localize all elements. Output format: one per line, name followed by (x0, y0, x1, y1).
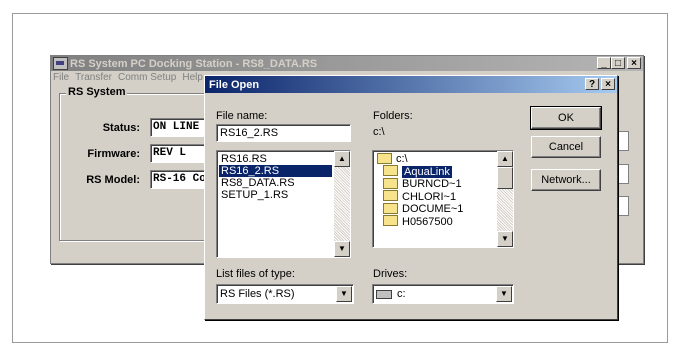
file-name-input[interactable]: RS16_2.RS (216, 124, 351, 142)
file-type-select[interactable]: RS Files (*.RS) ▼ (216, 284, 354, 304)
menu-transfer[interactable]: Transfer (75, 72, 112, 86)
folder-item-selected[interactable]: AquaLink (375, 165, 495, 179)
file-list[interactable]: RS16.RS RS16_2.RS RS8_DATA.RS SETUP_1.RS… (216, 150, 351, 258)
folder-item[interactable]: DOCUME~1 (375, 202, 495, 216)
right-field-3 (617, 196, 629, 216)
scroll-up-arrow-icon[interactable]: ▲ (497, 151, 513, 167)
folder-icon (383, 215, 398, 227)
dropdown-arrow-icon[interactable]: ▼ (496, 286, 512, 302)
folder-list-scrollbar[interactable]: ▲ ▼ (497, 151, 513, 247)
open-folder-icon (377, 152, 392, 164)
folders-label: Folders: (373, 110, 413, 122)
scroll-thumb[interactable] (497, 167, 513, 189)
right-field-1 (617, 131, 629, 151)
scroll-down-arrow-icon[interactable]: ▼ (497, 231, 513, 247)
firmware-label: Firmware: (87, 147, 140, 160)
file-name-label: File name: (216, 110, 268, 122)
folder-item[interactable]: c:\ (375, 152, 495, 166)
menu-comm-setup[interactable]: Comm Setup (118, 72, 176, 86)
drive-select[interactable]: c: ▼ (372, 284, 514, 304)
dialog-close-button[interactable]: × (601, 78, 615, 90)
drives-label: Drives: (373, 268, 408, 280)
folder-list[interactable]: c:\ AquaLink BURNCD~1 CHLORI~1 DOCUME~1 … (372, 150, 514, 248)
file-item[interactable]: SETUP_1.RS (219, 189, 332, 201)
cancel-button[interactable]: Cancel (531, 136, 601, 158)
right-field-2 (617, 164, 629, 184)
folder-icon (383, 202, 398, 214)
folder-icon (383, 177, 398, 189)
network-button[interactable]: Network... (531, 169, 601, 191)
dropdown-arrow-icon[interactable]: ▼ (336, 286, 352, 302)
folder-item[interactable]: H0567500 (375, 215, 495, 229)
current-path: c:\ (373, 126, 385, 138)
menu-help[interactable]: Help (182, 72, 203, 86)
maximize-button[interactable]: □ (611, 57, 625, 69)
main-titlebar[interactable]: RS System PC Docking Station - RS8_DATA.… (51, 56, 643, 71)
ok-button[interactable]: OK (530, 106, 602, 130)
model-label: RS Model: (86, 173, 140, 186)
drive-icon (376, 289, 392, 299)
file-item[interactable]: RS8_DATA.RS (219, 177, 332, 189)
minimize-button[interactable]: _ (597, 57, 611, 69)
main-title: RS System PC Docking Station - RS8_DATA.… (70, 57, 318, 70)
dialog-title: File Open (209, 78, 260, 91)
folder-item[interactable]: CHLORI~1 (375, 190, 495, 204)
app-icon (53, 57, 68, 70)
file-name-value: RS16_2.RS (220, 127, 279, 139)
file-type-value: RS Files (*.RS) (220, 288, 295, 300)
folder-icon (383, 190, 398, 202)
file-item-selected[interactable]: RS16_2.RS (219, 165, 332, 177)
file-open-dialog: File Open ? × File name: RS16_2.RS RS16.… (204, 75, 618, 320)
folder-item[interactable]: BURNCD~1 (375, 177, 495, 191)
dialog-titlebar[interactable]: File Open ? × (205, 76, 617, 93)
group-title: RS System (66, 86, 128, 98)
close-button[interactable]: × (627, 57, 641, 69)
menu-file[interactable]: File (53, 72, 69, 86)
file-type-label: List files of type: (216, 268, 295, 280)
file-item[interactable]: RS16.RS (219, 153, 332, 165)
help-button[interactable]: ? (585, 78, 599, 90)
scroll-up-arrow-icon[interactable]: ▲ (334, 151, 350, 167)
file-list-scrollbar[interactable]: ▲ ▼ (334, 151, 350, 257)
drive-value: c: (397, 288, 406, 300)
menu-bar: File Transfer Comm Setup Help (53, 72, 203, 86)
open-folder-icon (383, 165, 398, 177)
status-label: Status: (102, 121, 140, 134)
scroll-down-arrow-icon[interactable]: ▼ (334, 241, 350, 257)
